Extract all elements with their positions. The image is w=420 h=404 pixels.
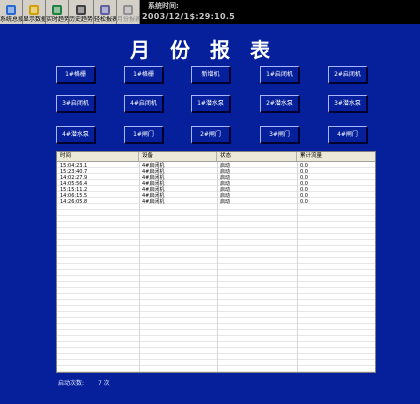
device-button-6[interactable]: 3#启闭机 (56, 95, 96, 113)
toolbar-button-2[interactable]: 显示数据 (23, 0, 46, 24)
toolbar-button-label: 轻松报表 (94, 16, 116, 23)
device-button-12[interactable]: 1#闸门 (124, 126, 164, 144)
column-divider (297, 162, 298, 372)
toolbar-button-1[interactable]: 系统总揽 (0, 0, 23, 24)
report-table[interactable]: 时间 设备 状态 累计流量 15:04:23.1 4#启闭机 启动 0.0 15:23:40.… (56, 151, 376, 373)
table-cell: 14:26:05.8 (60, 199, 88, 205)
column-header-3[interactable]: 状态 (217, 152, 297, 161)
table-body: 15:04:23.1 4#启闭机 启动 0.0 15:23:40.7 4#启闭机 启动 0.0… (57, 162, 375, 372)
table-row[interactable]: 14:26:05.8 4#启闭机 启动 0.0 (57, 199, 375, 205)
toolbar-button-3[interactable]: 实时趋势 (46, 0, 69, 24)
table-cell: 启动 (220, 199, 231, 205)
device-button-11[interactable]: 4#潜水泵 (56, 126, 96, 144)
start-count-label: 启动次数: (58, 380, 85, 387)
toolbar-button-label: 实时趋势 (46, 16, 68, 23)
device-button-10[interactable]: 3#潜水泵 (328, 95, 368, 113)
device-button-4[interactable]: 1#启闭机 (260, 66, 300, 84)
table-cell: 0.0 (300, 199, 308, 205)
device-button-13[interactable]: 2#闸门 (191, 126, 231, 144)
realtime-trend-icon (51, 1, 63, 15)
toolbar-button-5[interactable]: 轻松报表 (94, 0, 117, 24)
device-button-15[interactable]: 4#闸门 (328, 126, 368, 144)
column-header-1[interactable]: 时间 (57, 152, 139, 161)
table-cell: 4#启闭机 (142, 199, 165, 205)
system-time-value: 2003/12/1$:29:10.5 (142, 12, 236, 21)
toolbar-button-label: 月份报表 (117, 16, 139, 23)
display-data-icon (28, 1, 40, 15)
device-button-1[interactable]: 1#格栅 (56, 66, 96, 84)
column-divider (217, 162, 218, 372)
start-count: 启动次数: 7 次 (58, 378, 122, 387)
system-time-label: 系统时间: (148, 2, 179, 10)
toolbar-button-label: 历史趋势 (69, 16, 93, 23)
column-header-4[interactable]: 累计流量 (297, 152, 375, 161)
device-button-7[interactable]: 4#启闭机 (124, 95, 164, 113)
toolbar-button-label: 显示数据 (23, 16, 45, 23)
device-button-2[interactable]: 1#格栅 (124, 66, 164, 84)
device-button-3[interactable]: 新增机 (191, 66, 231, 84)
column-header-2[interactable]: 设备 (139, 152, 217, 161)
page-title: 月份报表 (130, 38, 290, 62)
device-button-9[interactable]: 2#潜水泵 (260, 95, 300, 113)
overview-icon (5, 1, 17, 15)
toolbar-button-label: 系统总揽 (0, 16, 22, 23)
device-button-14[interactable]: 3#闸门 (260, 126, 300, 144)
device-button-8[interactable]: 1#潜水泵 (191, 95, 231, 113)
toolbar-button-4[interactable]: 历史趋势 (69, 0, 94, 24)
monthly-report-icon (122, 1, 134, 15)
device-button-5[interactable]: 2#启闭机 (328, 66, 368, 84)
report-icon (99, 1, 111, 15)
column-divider (139, 162, 140, 372)
toolbar-button-6[interactable]: 月份报表 (117, 0, 140, 24)
start-count-value: 7 次 (97, 380, 110, 387)
history-trend-icon (75, 1, 87, 15)
system-time-panel: 系统时间: 2003/12/1$:29:10.5 (140, 0, 235, 24)
table-header: 时间 设备 状态 累计流量 (57, 152, 375, 162)
